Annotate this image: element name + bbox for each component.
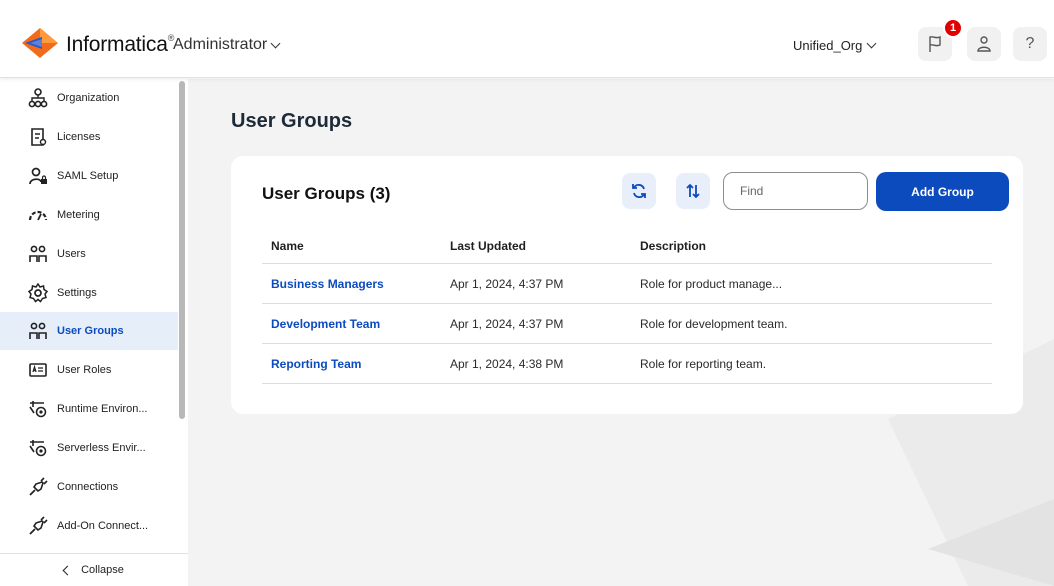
sidebar-item-label: Connections bbox=[57, 481, 119, 493]
last-updated-cell: Apr 1, 2024, 4:37 PM bbox=[450, 276, 564, 291]
org-switcher-label: Unified_Org bbox=[793, 38, 863, 53]
user-groups-card: User Groups (3) Add Group Name Last Upda… bbox=[231, 156, 1023, 414]
user-groups-icon bbox=[27, 320, 49, 342]
collapse-label: Collapse bbox=[81, 564, 124, 576]
last-updated-cell: Apr 1, 2024, 4:37 PM bbox=[450, 316, 564, 331]
sidebar-item-runtime-environments[interactable]: Runtime Environ... bbox=[0, 390, 178, 428]
sidebar-item-label: Serverless Envir... bbox=[57, 442, 146, 454]
sidebar-item-label: User Roles bbox=[57, 364, 112, 376]
sort-arrows-icon bbox=[686, 183, 700, 199]
license-icon bbox=[27, 126, 49, 148]
find-input[interactable] bbox=[723, 172, 868, 210]
sidebar-item-metering[interactable]: Metering bbox=[0, 196, 178, 234]
table-row[interactable]: Reporting Team Apr 1, 2024, 4:38 PM Role… bbox=[262, 344, 992, 384]
chevron-down-icon bbox=[866, 38, 877, 49]
group-name-link[interactable]: Development Team bbox=[262, 317, 450, 331]
informatica-logo-icon bbox=[22, 28, 58, 58]
column-header-last-updated[interactable]: Last Updated bbox=[450, 239, 640, 253]
sidebar-item-label: Users bbox=[57, 248, 86, 260]
sidebar-item-addon-connectors[interactable]: Add-On Connect... bbox=[0, 507, 178, 545]
column-header-description[interactable]: Description bbox=[640, 239, 992, 253]
sidebar-item-label: Licenses bbox=[57, 131, 101, 143]
chevron-down-icon bbox=[270, 38, 281, 48]
top-header: Informatica® Administrator Unified_Org 1… bbox=[0, 0, 1054, 78]
sidebar-item-licenses[interactable]: Licenses bbox=[0, 118, 178, 156]
main-content: User Groups User Groups (3) Add Group Na… bbox=[188, 79, 1054, 586]
user-roles-icon bbox=[27, 359, 49, 381]
saml-setup-icon bbox=[27, 165, 49, 187]
description-cell: Role for product manage... bbox=[640, 276, 783, 291]
card-title: User Groups (3) bbox=[262, 184, 391, 203]
sidebar-item-saml-setup[interactable]: SAML Setup bbox=[0, 157, 178, 195]
brand-name: Informatica® bbox=[66, 33, 175, 56]
app-switcher[interactable]: Administrator bbox=[173, 36, 281, 54]
sidebar-item-settings[interactable]: Settings bbox=[0, 274, 178, 312]
settings-gear-icon bbox=[27, 282, 49, 304]
refresh-icon bbox=[632, 184, 646, 198]
table-row[interactable]: Business Managers Apr 1, 2024, 4:37 PM R… bbox=[262, 264, 992, 304]
page-title: User Groups bbox=[231, 110, 353, 132]
description-cell: Role for development team. bbox=[640, 316, 788, 331]
table-row[interactable]: Development Team Apr 1, 2024, 4:37 PM Ro… bbox=[262, 304, 992, 344]
flag-icon bbox=[929, 35, 941, 52]
group-name-link[interactable]: Reporting Team bbox=[262, 357, 450, 371]
sidebar-item-label: Runtime Environ... bbox=[57, 403, 148, 415]
sidebar-item-connections[interactable]: Connections bbox=[0, 468, 178, 506]
app-switcher-label: Administrator bbox=[173, 36, 268, 53]
users-icon bbox=[27, 243, 49, 265]
serverless-environment-icon bbox=[27, 437, 49, 459]
org-switcher[interactable]: Unified_Org bbox=[793, 38, 877, 53]
add-group-button[interactable]: Add Group bbox=[876, 172, 1009, 211]
refresh-button[interactable] bbox=[622, 173, 656, 209]
description-cell: Role for reporting team. bbox=[640, 356, 767, 371]
sidebar-item-label: User Groups bbox=[57, 325, 124, 337]
runtime-environment-icon bbox=[27, 398, 49, 420]
user-profile-button[interactable] bbox=[967, 27, 1001, 61]
user-groups-table: Name Last Updated Description Business M… bbox=[262, 229, 992, 384]
sidebar-item-label: Settings bbox=[57, 287, 97, 299]
last-updated-cell: Apr 1, 2024, 4:38 PM bbox=[450, 356, 564, 371]
chevron-left-icon bbox=[62, 565, 73, 575]
column-header-name[interactable]: Name bbox=[262, 239, 450, 253]
sidebar-item-user-groups[interactable]: User Groups bbox=[0, 312, 178, 350]
sort-button[interactable] bbox=[676, 173, 710, 209]
sidebar-item-label: SAML Setup bbox=[57, 170, 119, 182]
collapse-button[interactable]: Collapse bbox=[0, 553, 188, 586]
sidebar-item-users[interactable]: Users bbox=[0, 235, 178, 273]
sidebar-scrollbar[interactable] bbox=[179, 81, 185, 419]
notification-badge: 1 bbox=[943, 18, 963, 38]
sidebar-item-user-roles[interactable]: User Roles bbox=[0, 351, 178, 389]
sidebar-item-organization[interactable]: Organization bbox=[0, 79, 178, 117]
metering-gauge-icon bbox=[27, 204, 49, 226]
group-name-link[interactable]: Business Managers bbox=[262, 277, 450, 291]
sidebar-nav: Organization Licenses SAML Setup Meterin… bbox=[0, 79, 188, 586]
sidebar-item-label: Metering bbox=[57, 209, 100, 221]
sidebar-item-serverless-environments[interactable]: Serverless Envir... bbox=[0, 429, 178, 467]
table-header: Name Last Updated Description bbox=[262, 229, 992, 264]
help-button[interactable]: ? bbox=[1013, 27, 1047, 61]
addon-connector-plug-icon bbox=[27, 515, 49, 537]
sidebar-item-label: Organization bbox=[57, 92, 120, 104]
organization-icon bbox=[27, 87, 49, 109]
sidebar-item-label: Add-On Connect... bbox=[57, 520, 149, 532]
help-question-icon: ? bbox=[1025, 35, 1035, 52]
connections-plug-icon bbox=[27, 476, 49, 498]
user-icon bbox=[977, 36, 991, 52]
